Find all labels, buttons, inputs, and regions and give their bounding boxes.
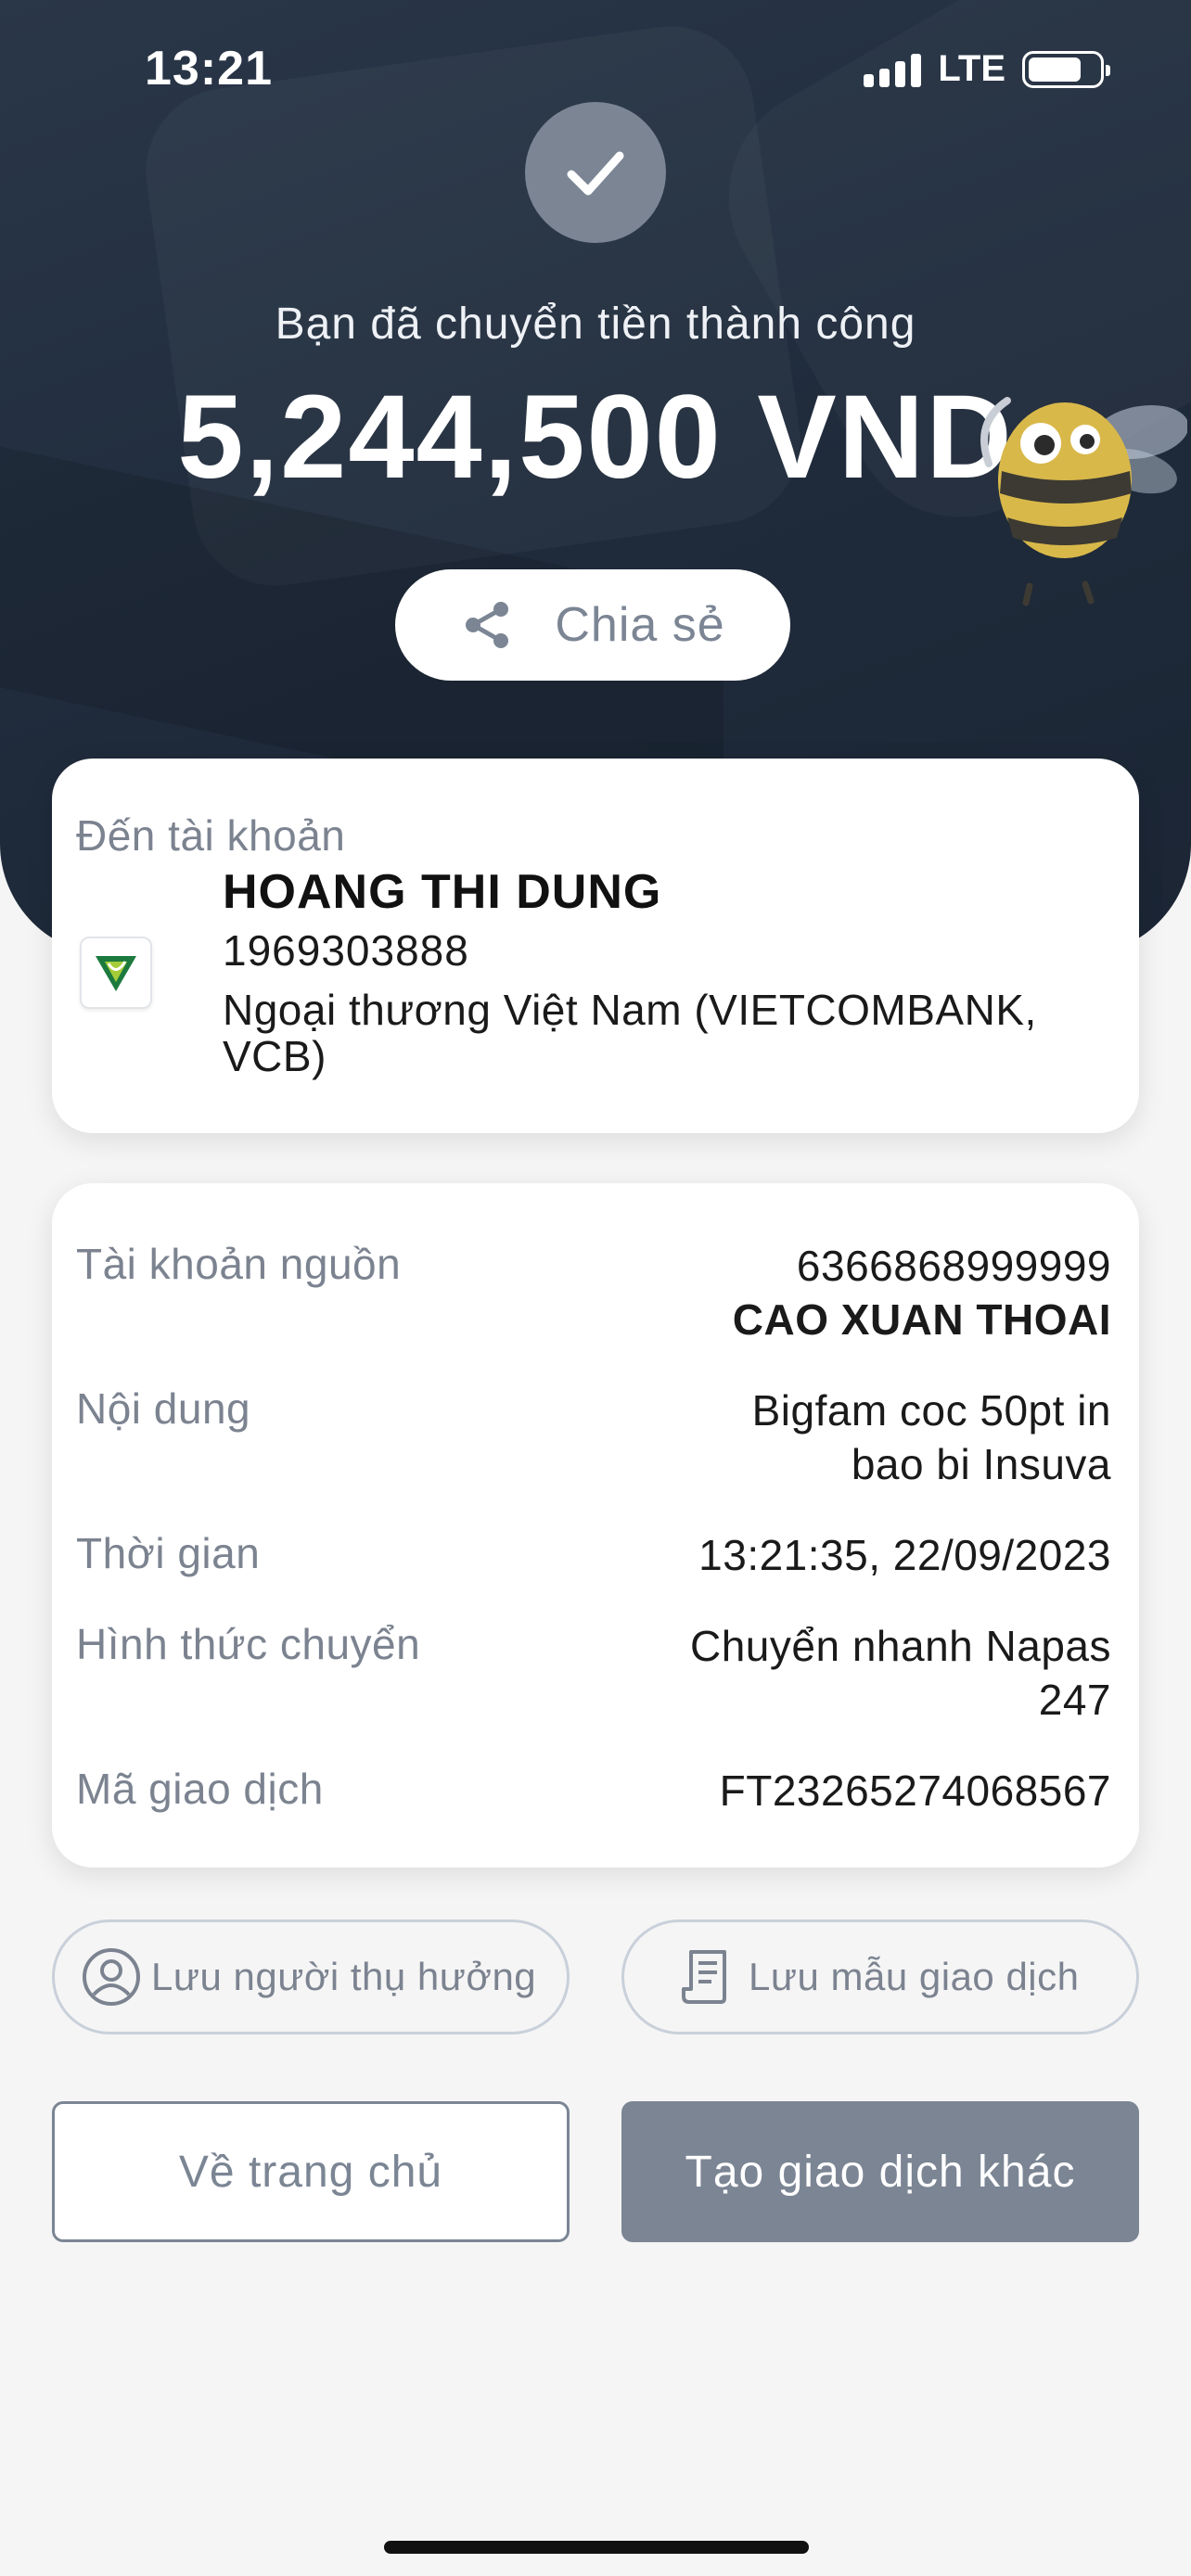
home-indicator[interactable] xyxy=(384,2541,809,2554)
transaction-id-label: Mã giao dịch xyxy=(76,1765,324,1813)
vietcombank-logo xyxy=(80,937,152,1009)
vietcombank-icon xyxy=(96,956,136,991)
home-button[interactable]: Về trang chủ xyxy=(52,2101,570,2242)
method-value: Chuyển nhanh Napas 247 xyxy=(690,1619,1111,1727)
share-button[interactable]: Chia sẻ xyxy=(395,569,790,681)
share-label: Chia sẻ xyxy=(555,598,725,652)
source-account-value: 6366868999999 CAO XUAN THOAI xyxy=(733,1239,1111,1346)
time-value: 13:21:35, 22/09/2023 xyxy=(698,1531,1111,1579)
time-label: Thời gian xyxy=(76,1529,261,1577)
content-value: Bigfam coc 50pt in bao bi Insuva xyxy=(752,1384,1111,1491)
status-time: 13:21 xyxy=(145,42,273,96)
network-label: LTE xyxy=(938,48,1005,89)
source-account-number: 6366868999999 xyxy=(796,1242,1111,1290)
success-check-badge xyxy=(525,102,666,243)
save-template-button[interactable]: Lưu mẫu giao dịch xyxy=(621,1919,1139,2034)
method-label: Hình thức chuyển xyxy=(76,1620,421,1668)
new-transaction-button[interactable]: Tạo giao dịch khác xyxy=(621,2101,1139,2242)
recipient-card: Đến tài khoản HOANG THI DUNG 1969303888 … xyxy=(52,759,1139,1133)
recipient-title: Đến tài khoản xyxy=(76,811,346,860)
user-icon xyxy=(83,1948,140,2006)
success-message: Bạn đã chuyển tiền thành công xyxy=(275,300,916,349)
status-indicators: LTE xyxy=(864,48,1110,90)
save-template-label: Lưu mẫu giao dịch xyxy=(749,1955,1080,1998)
recipient-account-number: 1969303888 xyxy=(223,926,469,975)
check-icon xyxy=(567,151,624,196)
transaction-id-value: FT23265274068567 xyxy=(719,1766,1111,1815)
recipient-bank-name: Ngoại thương Việt Nam (VIETCOMBANK, VCB) xyxy=(223,986,1037,1080)
signal-icon xyxy=(864,52,922,87)
bee-mascot xyxy=(980,397,1187,606)
receipt-icon xyxy=(682,1950,726,2004)
save-beneficiary-label: Lưu người thụ hưởng xyxy=(151,1955,537,1998)
method-line-2: 247 xyxy=(1038,1676,1111,1724)
transaction-details-card: Tài khoản nguồn 6366868999999 CAO XUAN T… xyxy=(52,1183,1139,1868)
content-line-1: Bigfam coc 50pt in xyxy=(751,1386,1111,1435)
method-line-1: Chuyển nhanh Napas xyxy=(690,1622,1111,1670)
source-account-label: Tài khoản nguồn xyxy=(76,1240,402,1288)
content-line-2: bao bi Insuva xyxy=(851,1440,1111,1488)
source-account-name: CAO XUAN THOAI xyxy=(732,1295,1111,1344)
battery-icon xyxy=(1022,50,1110,88)
share-icon xyxy=(466,602,509,648)
save-beneficiary-button[interactable]: Lưu người thụ hưởng xyxy=(52,1919,570,2034)
content-label: Nội dung xyxy=(76,1384,251,1433)
recipient-name: HOANG THI DUNG xyxy=(223,865,662,919)
